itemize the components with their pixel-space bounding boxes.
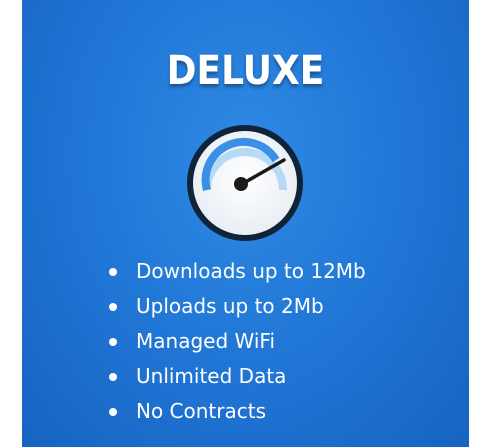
feature-label: Managed WiFi	[136, 329, 275, 353]
feature-label: Downloads up to 12Mb	[136, 259, 366, 283]
bullet-icon	[109, 303, 117, 311]
speedometer-icon	[184, 122, 306, 244]
bullet-icon	[109, 373, 117, 381]
plan-card: DELUXE Downloads up to 12Mb Uploads up t…	[22, 0, 469, 447]
bullet-icon	[109, 338, 117, 346]
feature-label: Uploads up to 2Mb	[136, 294, 324, 318]
list-item: Managed WiFi	[100, 324, 366, 359]
feature-label: Unlimited Data	[136, 364, 287, 388]
bullet-icon	[109, 268, 117, 276]
list-item: No Contracts	[100, 394, 366, 429]
plan-title: DELUXE	[166, 48, 325, 94]
list-item: Downloads up to 12Mb	[100, 254, 366, 289]
feature-list: Downloads up to 12Mb Uploads up to 2Mb M…	[100, 254, 366, 429]
feature-label: No Contracts	[136, 399, 267, 423]
list-item: Uploads up to 2Mb	[100, 289, 366, 324]
bullet-icon	[109, 408, 117, 416]
list-item: Unlimited Data	[100, 359, 366, 394]
